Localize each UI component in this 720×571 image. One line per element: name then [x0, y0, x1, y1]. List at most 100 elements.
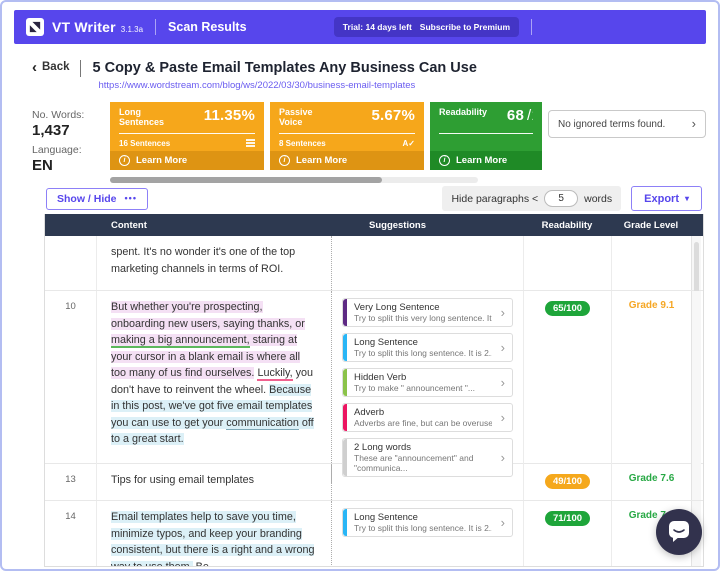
suggestion-card-long-sentence[interactable]: Long Sentence Try to split this long sen…: [342, 508, 513, 537]
readability-badge: 71/100: [544, 511, 591, 526]
subscribe-premium-link[interactable]: Subscribe to Premium: [420, 22, 510, 32]
caret-down-icon: ▾: [684, 194, 689, 203]
metric-score: 68: [506, 107, 524, 124]
severity-bar: [343, 299, 347, 326]
metric-detail: 8 Sentences: [279, 138, 326, 148]
metric-detail: 16 Sentences: [119, 138, 171, 148]
trial-days-label: Trial: 14 days left: [342, 22, 412, 32]
chat-bubble-icon: [659, 512, 699, 552]
adverb-highlight[interactable]: Luckily,: [257, 367, 293, 381]
readability-cell: [523, 236, 611, 290]
content-column-header: Content: [111, 219, 147, 231]
text-segment: Tips for using email templates: [111, 474, 255, 486]
text-segment: spent. It's no wonder it's one of the to…: [111, 246, 296, 275]
chevron-right-icon: ›: [500, 409, 505, 425]
metric-main: Passive Voice 5.67% 8 Sentences A✓: [270, 102, 424, 151]
metric-score-suffix: /100: [527, 107, 533, 124]
metric-value: 11.35%: [203, 107, 255, 124]
metric-divider: [439, 133, 533, 134]
chevron-right-icon: ›: [500, 449, 505, 465]
suggestions-cell: [331, 236, 523, 290]
suggestion-card-long-words[interactable]: 2 Long words These are "announcement" an…: [342, 438, 513, 477]
suggestion-card-very-long-sentence[interactable]: Very Long Sentence Try to split this ver…: [342, 298, 513, 327]
paragraph-text[interactable]: But whether you're prospecting, onboardi…: [97, 291, 331, 483]
learn-more-button[interactable]: i Learn More: [110, 151, 264, 170]
spellcheck-icon[interactable]: A✓: [403, 139, 415, 148]
export-button[interactable]: Export ▾: [631, 186, 702, 211]
show-hide-button[interactable]: Show / Hide •••: [46, 188, 148, 210]
language-value: EN: [32, 157, 53, 174]
sentence-list-icon[interactable]: [246, 139, 255, 147]
readability-cell: 71/100: [523, 501, 611, 566]
severity-bar: [343, 404, 347, 431]
version-label: 3.1.3a: [120, 25, 144, 34]
very-long-sentence-highlight[interactable]: But whether you're prospecting, onboardi…: [111, 301, 305, 330]
paragraph-text[interactable]: Email templates help to save you time, m…: [97, 501, 331, 566]
horizontal-scrollbar-thumb[interactable]: [110, 177, 382, 183]
document-title-line: 5 Copy & Paste Email Templates Any Busin…: [93, 60, 699, 94]
hide-paragraphs-control: Hide paragraphs < words: [442, 186, 622, 211]
metric-cards: Long Sentences 11.35% 16 Sentences i Lea…: [110, 102, 542, 170]
table-row: 14 Email templates help to save you time…: [45, 501, 703, 566]
suggestion-card-adverb[interactable]: Adverb Adverbs are fine, but can be over…: [342, 403, 513, 432]
trial-subscribe-badge[interactable]: Trial: 14 days left Subscribe to Premium: [333, 17, 519, 37]
chat-launcher-button[interactable]: [656, 509, 702, 555]
document-url-link[interactable]: https://www.wordstream.com/blog/ws/2022/…: [99, 80, 416, 91]
suggestion-card-long-sentence[interactable]: Long Sentence Try to split this long sen…: [342, 333, 513, 362]
suggestion-description: These are "announcement" and "communica.…: [354, 453, 474, 473]
suggestion-card-hidden-verb[interactable]: Hidden Verb Try to make " announcement "…: [342, 368, 513, 397]
toolbar-right-group: Hide paragraphs < words Export ▾: [442, 186, 702, 211]
info-icon: i: [279, 155, 290, 166]
words-value: 1,437: [32, 122, 70, 139]
table-row: 10 But whether you're prospecting, onboa…: [45, 291, 703, 483]
back-button[interactable]: Back: [42, 61, 70, 73]
metric-title: Passive Voice: [279, 107, 313, 127]
table-row: spent. It's no wonder it's one of the to…: [45, 236, 703, 352]
severity-bar: [343, 439, 347, 476]
suggestion-description: Try to split this very long sentence. It…: [354, 313, 492, 323]
paragraph-number: 10: [45, 291, 97, 483]
hide-paragraphs-suffix: words: [584, 192, 613, 205]
metric-divider: [119, 133, 255, 134]
long-word-highlight[interactable]: communication: [226, 416, 299, 430]
learn-more-label: Learn More: [296, 155, 348, 166]
severity-bar: [343, 334, 347, 361]
header-divider: [531, 19, 532, 35]
words-label: No. Words:: [32, 109, 85, 121]
hide-paragraphs-input[interactable]: [544, 190, 579, 207]
brand-name: VT Writer: [52, 19, 116, 35]
export-label: Export: [644, 192, 679, 205]
back-chevron-icon[interactable]: ‹: [32, 60, 37, 76]
ellipsis-icon: •••: [124, 192, 137, 203]
breadcrumb: ‹ Back 5 Copy & Paste Email Templates An…: [32, 60, 698, 94]
learn-more-button[interactable]: i Learn More: [270, 151, 424, 170]
title-divider: [79, 60, 81, 77]
page-title: Scan Results: [168, 20, 247, 34]
horizontal-scrollbar-track[interactable]: [110, 177, 478, 183]
ignored-terms-box[interactable]: No ignored terms found. ›: [548, 110, 706, 138]
metric-card-readability: Readability 68/100 i Learn More: [430, 102, 542, 170]
severity-bar: [343, 509, 347, 536]
suggestion-description: Try to split this long sentence. It is 2…: [354, 348, 492, 358]
paragraph-number: 14: [45, 501, 97, 566]
chevron-right-icon: ›: [500, 339, 505, 355]
top-header-bar: VT Writer 3.1.3a Scan Results Trial: 14 …: [14, 10, 706, 44]
metric-title: Readability: [439, 107, 488, 117]
long-sentence-highlight[interactable]: Email templates help to save you time, m…: [111, 511, 315, 566]
vt-writer-logo-icon: [26, 18, 44, 36]
chevron-right-icon: ›: [691, 116, 696, 131]
vertical-scrollbar-gutter[interactable]: [691, 291, 701, 483]
vertical-scrollbar-gutter[interactable]: [691, 464, 701, 500]
paragraph-text[interactable]: spent. It's no wonder it's one of the to…: [97, 236, 331, 290]
app-window: VT Writer 3.1.3a Scan Results Trial: 14 …: [0, 0, 720, 571]
results-table: Content Suggestions Readability Grade Le…: [44, 214, 704, 567]
header-divider: [155, 19, 157, 35]
learn-more-button[interactable]: i Learn More: [430, 151, 542, 170]
hidden-verb-highlight[interactable]: making a big announcement,: [111, 334, 250, 348]
paragraph-text[interactable]: Tips for using email templates: [97, 464, 331, 500]
document-title: 5 Copy & Paste Email Templates Any Busin…: [92, 60, 477, 76]
suggestions-cell: Very Long Sentence Try to split this ver…: [331, 291, 523, 483]
readability-cell: 65/100: [523, 291, 611, 483]
vertical-scrollbar-gutter[interactable]: [691, 236, 701, 352]
metric-divider: [279, 133, 415, 134]
